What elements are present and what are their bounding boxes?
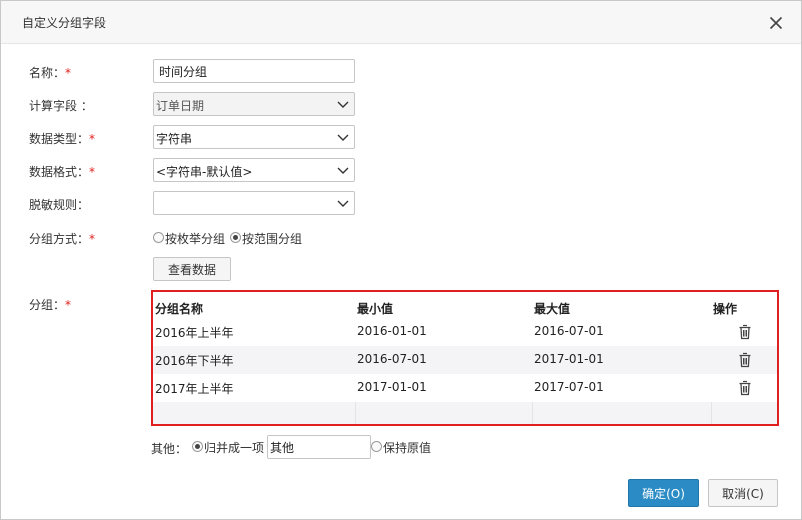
data-type-label: 数据类型：* <box>29 132 96 146</box>
other-label: 其他： <box>151 442 188 456</box>
groups-label: 分组：* <box>29 298 72 312</box>
table-row[interactable]: 2016年下半年 2016-07-01 2017-01-01 <box>153 346 777 374</box>
group-name-cell[interactable]: 2016年下半年 <box>153 346 355 374</box>
group-name-cell[interactable]: 2016年上半年 <box>153 318 355 346</box>
confirm-button[interactable]: 确定(O) <box>628 479 699 507</box>
chevron-down-icon <box>337 134 349 141</box>
close-icon[interactable] <box>764 11 788 35</box>
radio-enum-label: 按枚举分组 <box>165 232 226 246</box>
other-merge-input[interactable] <box>267 435 371 459</box>
group-max-cell[interactable]: 2017-01-01 <box>532 346 711 374</box>
dialog-header: 自定义分组字段 <box>1 1 801 44</box>
group-action-cell <box>711 318 777 346</box>
group-action-cell <box>711 346 777 374</box>
table-row[interactable]: 2017年上半年 2017-01-01 2017-07-01 <box>153 374 777 402</box>
calc-field-label: 计算字段 ： <box>29 99 93 113</box>
table-row-empty[interactable] <box>153 402 777 424</box>
radio-keep-label: 保持原值 <box>383 441 432 455</box>
required-mark: * <box>89 165 96 179</box>
column-divider <box>355 402 356 424</box>
radio-range-label: 按范围分组 <box>242 232 303 246</box>
column-header-name[interactable]: 分组名称 <box>153 294 355 320</box>
data-format-value: <字符串-默认值> <box>156 165 253 179</box>
custom-group-field-dialog: 自定义分组字段 名称：* 计算字段 ： 订单日期 数据类型：* 字符串 数据格式… <box>0 0 802 520</box>
data-format-label: 数据格式：* <box>29 165 96 179</box>
group-max-cell[interactable]: 2017-07-01 <box>532 374 711 402</box>
group-min-cell[interactable]: 2016-07-01 <box>355 346 532 374</box>
group-min-cell[interactable]: 2016-01-01 <box>355 318 532 346</box>
column-divider <box>532 402 533 424</box>
name-input[interactable] <box>153 59 355 83</box>
trash-icon[interactable] <box>738 352 752 368</box>
dialog-title: 自定义分组字段 <box>22 16 107 30</box>
chevron-down-icon <box>337 101 349 108</box>
required-mark: * <box>89 132 96 146</box>
name-label: 名称：* <box>29 66 72 80</box>
required-mark: * <box>65 66 72 80</box>
group-max-cell[interactable]: 2016-07-01 <box>532 318 711 346</box>
radio-circle <box>153 232 164 243</box>
chevron-down-icon <box>337 167 349 174</box>
required-mark: * <box>65 298 72 312</box>
table-header-row: 分组名称 最小值 最大值 操作 <box>153 294 777 320</box>
radio-circle-selected <box>230 232 241 243</box>
radio-merge-label: 归并成一项 <box>204 441 265 455</box>
radio-circle <box>371 441 382 452</box>
desensitize-select[interactable] <box>153 191 355 215</box>
chevron-down-icon <box>337 200 349 207</box>
view-data-button[interactable]: 查看数据 <box>153 257 231 281</box>
calc-field-value: 订单日期 <box>156 99 205 113</box>
trash-icon[interactable] <box>738 380 752 396</box>
data-type-select[interactable]: 字符串 <box>153 125 355 149</box>
data-type-value: 字符串 <box>156 132 193 146</box>
group-action-cell <box>711 374 777 402</box>
required-mark: * <box>89 232 96 246</box>
table-row[interactable]: 2016年上半年 2016-01-01 2016-07-01 <box>153 318 777 346</box>
column-divider <box>711 402 712 424</box>
column-header-action: 操作 <box>713 302 738 316</box>
radio-circle-selected <box>192 441 203 452</box>
group-method-label: 分组方式：* <box>29 232 96 246</box>
groups-table: 分组名称 最小值 最大值 操作 2016年上半年 2016-01-01 2016… <box>151 290 779 426</box>
group-name-cell[interactable]: 2017年上半年 <box>153 374 355 402</box>
column-header-max[interactable]: 最大值 <box>532 294 711 320</box>
trash-icon[interactable] <box>738 324 752 340</box>
group-min-cell[interactable]: 2017-01-01 <box>355 374 532 402</box>
calc-field-select[interactable]: 订单日期 <box>153 92 355 116</box>
column-header-min[interactable]: 最小值 <box>355 294 532 320</box>
data-format-select[interactable]: <字符串-默认值> <box>153 158 355 182</box>
desensitize-label: 脱敏规则： <box>29 198 90 212</box>
cancel-button[interactable]: 取消(C) <box>708 479 778 507</box>
